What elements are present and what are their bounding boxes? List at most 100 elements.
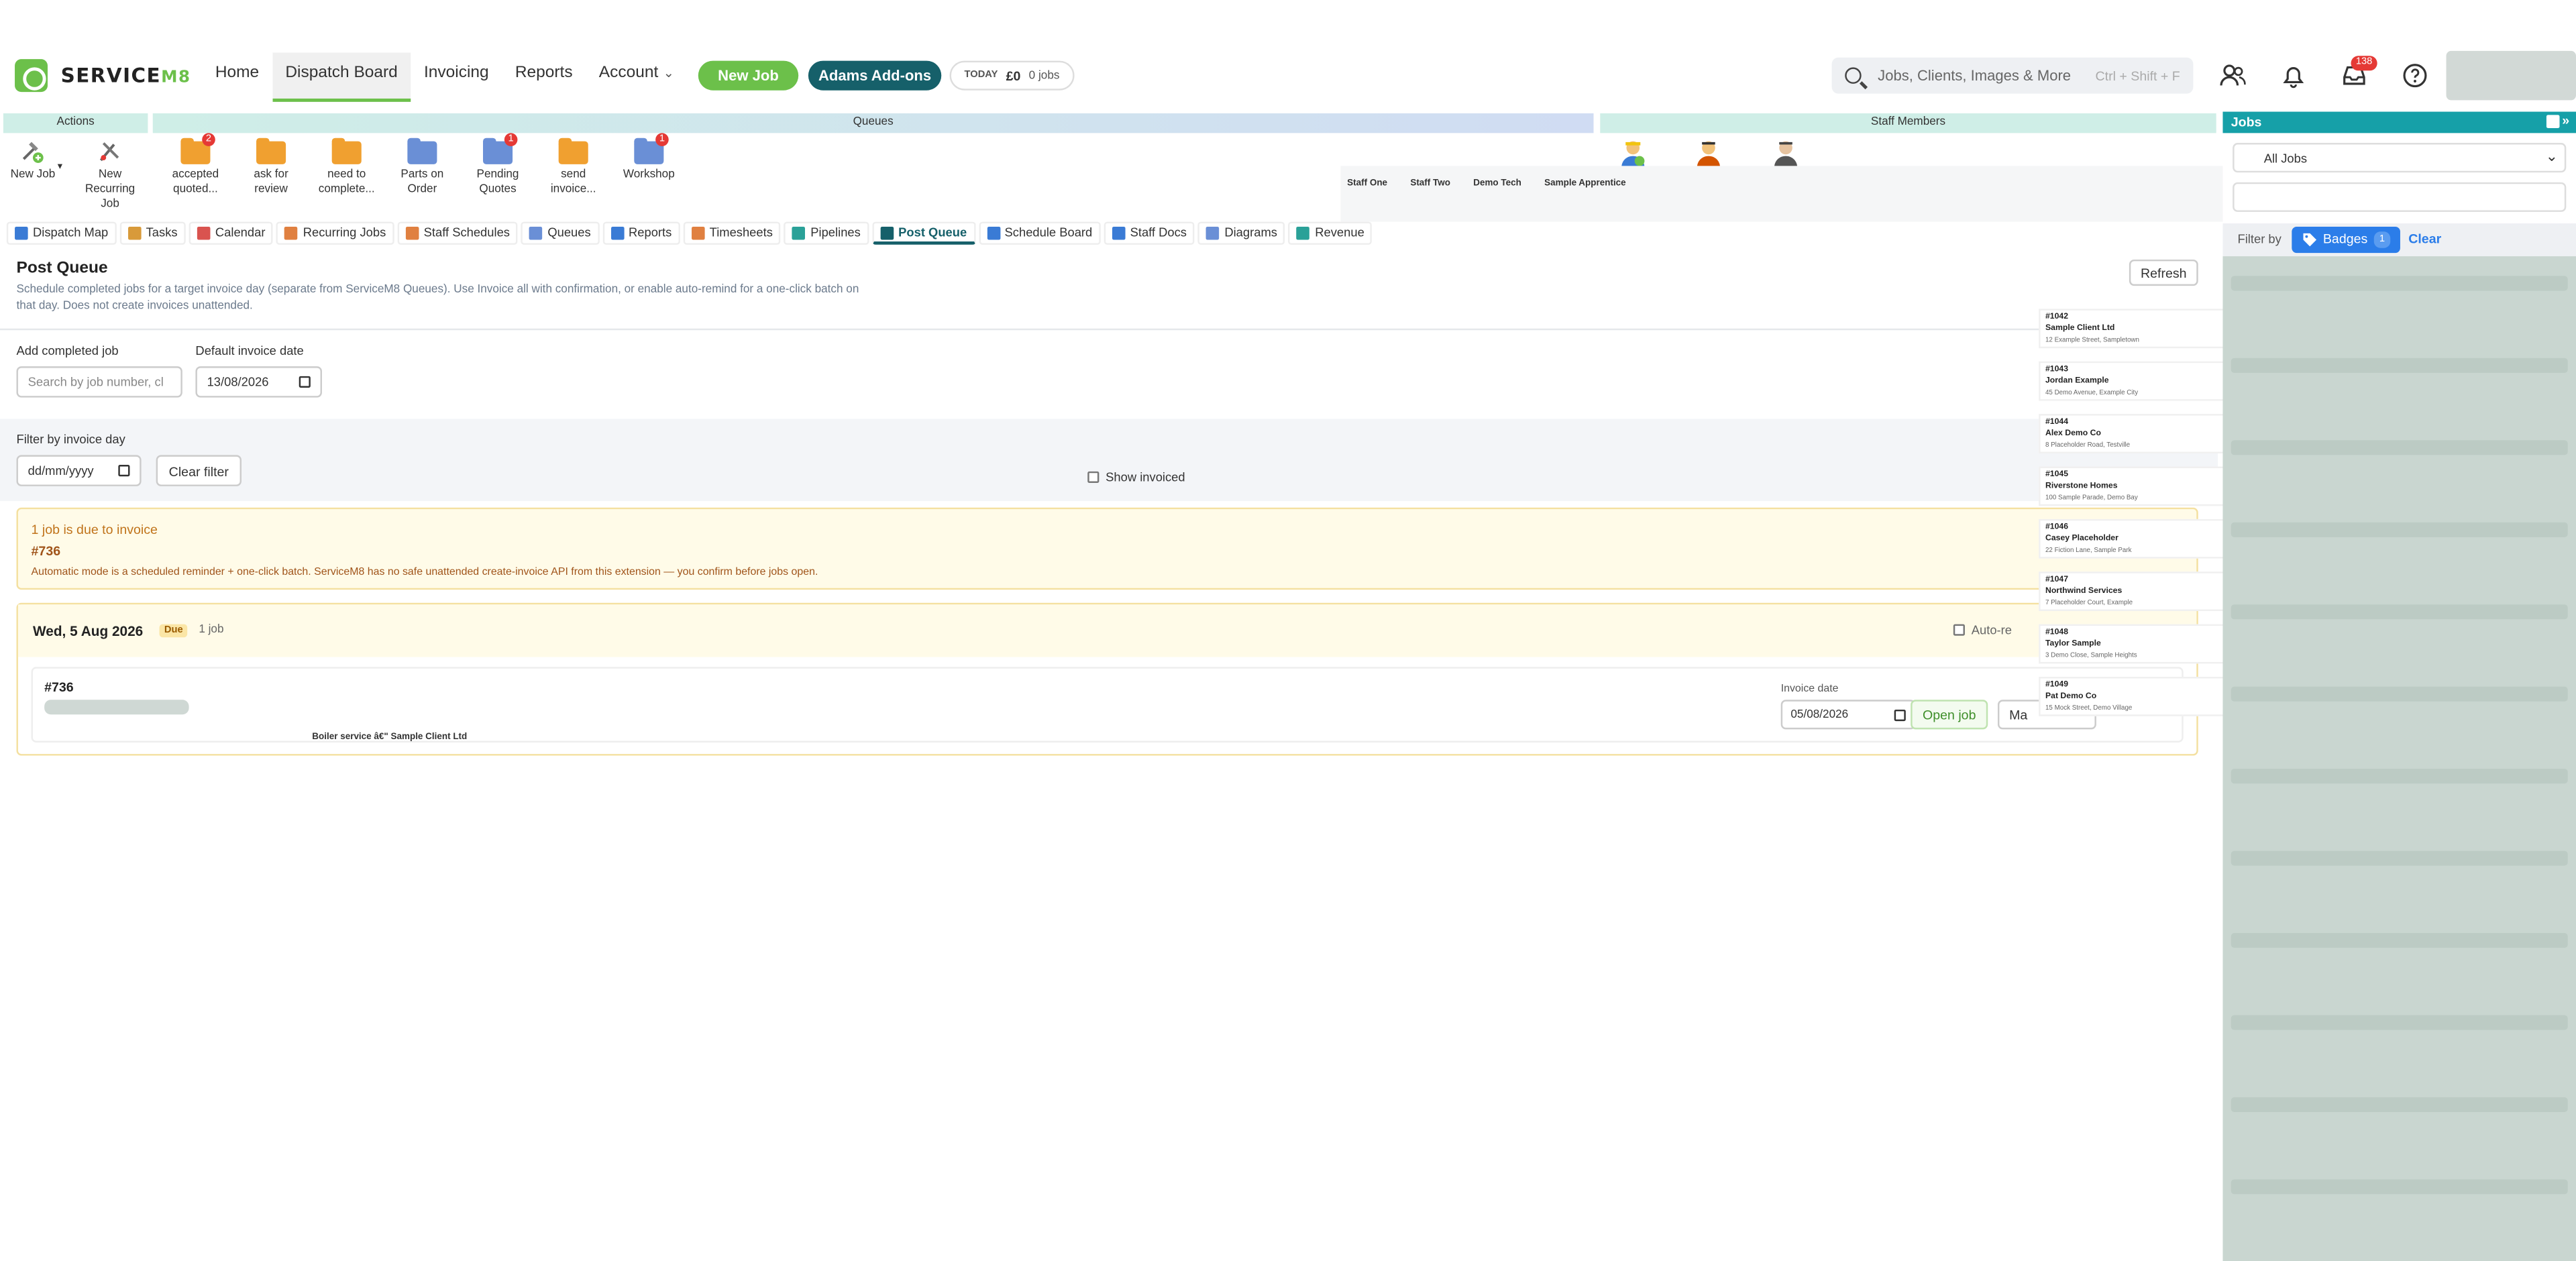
jobs-search-input[interactable] <box>2233 182 2567 212</box>
tab-revenue[interactable]: Revenue <box>1289 221 1373 245</box>
staff-name[interactable]: Sample Apprentice <box>1544 179 1626 189</box>
staff-avatar-icon[interactable] <box>1618 138 1648 168</box>
tab-timesheets[interactable]: Timesheets <box>683 221 782 245</box>
job-list-item[interactable] <box>2231 358 2568 373</box>
nav-dispatch-board[interactable]: Dispatch Board <box>272 52 411 102</box>
show-invoiced-checkbox[interactable] <box>1087 471 1099 484</box>
job-list-item[interactable] <box>2231 440 2568 455</box>
logo[interactable]: SERVICEM8 <box>15 59 191 93</box>
default-date-input[interactable]: 13/08/2026 <box>195 366 323 398</box>
queue-need-to-complete[interactable]: need to complete... <box>314 138 380 197</box>
tab-schedule-board[interactable]: Schedule Board <box>978 221 1101 245</box>
queue-label: Parts on Order <box>400 169 444 196</box>
auto-remind-checkbox[interactable] <box>1953 624 1965 636</box>
job-list-item[interactable] <box>2231 604 2568 620</box>
queue-label: need to complete... <box>318 169 375 196</box>
job-number[interactable]: #736 <box>44 680 74 695</box>
addons-button[interactable]: Adams Add-ons <box>808 60 942 91</box>
calendar-icon[interactable] <box>1894 708 1906 720</box>
queue-send-invoice[interactable]: send invoice... <box>541 138 606 197</box>
invoice-date-input[interactable]: 05/08/2026 <box>1780 700 1916 730</box>
tab-reports[interactable]: Reports <box>602 221 680 245</box>
nav-home[interactable]: Home <box>202 52 272 101</box>
tab-calendar[interactable]: Calendar <box>189 221 274 245</box>
tab-label: Recurring Jobs <box>303 225 386 240</box>
job-list-item[interactable] <box>2231 851 2568 866</box>
maximize-icon[interactable] <box>2545 115 2559 129</box>
open-job-button[interactable]: Open job <box>1911 700 1988 730</box>
queue-workshop[interactable]: 1 Workshop <box>616 133 682 182</box>
tab-staff-docs[interactable]: Staff Docs <box>1104 221 1195 245</box>
invoice-date-label: Invoice date <box>1780 683 1839 695</box>
help-icon[interactable] <box>2402 62 2428 89</box>
status-badge: Due <box>159 624 189 638</box>
queue-ask-for-review[interactable]: ask for review <box>238 138 304 197</box>
badges-filter-button[interactable]: Badges 1 <box>2292 226 2400 254</box>
job-list-item[interactable] <box>2231 686 2568 702</box>
job-list-item[interactable] <box>2231 1179 2568 1195</box>
staff-name[interactable]: Staff One <box>1347 179 1387 189</box>
clear-filter-button[interactable]: Clear filter <box>156 455 242 486</box>
new-recurring-job-action[interactable]: New Recurring Job <box>76 138 145 212</box>
show-invoiced-label: Show invoiced <box>1106 470 1185 485</box>
queue-badge: 2 <box>202 133 215 146</box>
nav-account[interactable]: Account ⌄ <box>586 52 687 101</box>
folder-icon <box>558 138 588 164</box>
tab-post-queue[interactable]: Post Queue <box>871 221 975 245</box>
show-invoiced-toggle[interactable]: Show invoiced <box>1087 470 1185 484</box>
bell-icon[interactable] <box>2280 62 2306 89</box>
queue-accepted-quoted[interactable]: 2 accepted quoted... <box>162 133 228 197</box>
job-list-item[interactable] <box>2231 522 2568 537</box>
tab-diagrams[interactable]: Diagrams <box>1198 221 1286 245</box>
dropdown-item-client: Riverstone Homes <box>2045 481 2118 492</box>
jobs-panel: Jobs » All Jobs Filter by Badges 1 Clear <box>2222 111 2576 1261</box>
auto-remind-toggle[interactable]: Auto-re <box>1953 622 2012 637</box>
new-job-button[interactable]: New Job <box>698 60 799 91</box>
jobs-filter-select[interactable]: All Jobs <box>2233 142 2567 173</box>
dropdown-item-client: Taylor Sample <box>2045 639 2101 649</box>
new-job-dropdown-icon[interactable]: ▾ <box>58 161 62 172</box>
staff-name[interactable]: Demo Tech <box>1473 179 1521 189</box>
job-description: Boiler service â€" Sample Client Ltd <box>312 732 468 743</box>
recurring-job-icon <box>99 142 119 162</box>
filter-date-input[interactable]: dd/mm/yyyy <box>16 455 142 486</box>
auto-remind-label: Auto-re <box>1971 622 2012 638</box>
staff-avatar-icon[interactable] <box>1694 138 1723 168</box>
staff-avatar-icon[interactable] <box>1771 138 1801 168</box>
refresh-button[interactable]: Refresh <box>2129 259 2198 286</box>
staff-name[interactable]: Staff Two <box>1410 179 1450 189</box>
job-list-item[interactable] <box>2231 276 2568 291</box>
tab-recurring-jobs[interactable]: Recurring Jobs <box>276 221 394 245</box>
day-header: Wed, 5 Aug 2026 Due 1 job Auto-re <box>17 604 2197 657</box>
dropdown-item-address: 22 Fiction Lane, Sample Park <box>2045 545 2132 554</box>
job-list-item[interactable] <box>2231 769 2568 784</box>
user-menu[interactable] <box>2446 50 2576 101</box>
calendar-icon[interactable] <box>299 376 311 388</box>
job-list-item[interactable] <box>2231 1015 2568 1030</box>
tab-queues[interactable]: Queues <box>521 221 599 245</box>
queue-pending-quotes[interactable]: 1 Pending Quotes <box>465 133 531 197</box>
tab-staff-schedules[interactable]: Staff Schedules <box>397 221 519 245</box>
queue-parts-on-order[interactable]: Parts on Order <box>389 138 455 197</box>
calendar-icon[interactable] <box>118 465 130 477</box>
nav-invoicing[interactable]: Invoicing <box>411 52 502 101</box>
tab-label: Timesheets <box>709 225 773 240</box>
alert-job-link[interactable]: #736 <box>32 544 61 559</box>
job-list-item[interactable] <box>2231 1097 2568 1112</box>
dropdown-item-number: #1046 <box>2045 522 2069 533</box>
tab-tasks[interactable]: Tasks <box>119 221 186 245</box>
clear-badges-link[interactable]: Clear <box>2408 231 2441 246</box>
job-list-item[interactable] <box>2231 933 2568 948</box>
users-icon[interactable] <box>2220 62 2246 89</box>
top-bar: SERVICEM8 Home Dispatch Board Invoicing … <box>0 0 2576 109</box>
today-summary[interactable]: TODAY £0 0 jobs <box>949 60 1075 91</box>
new-job-action[interactable]: New Job <box>0 138 66 182</box>
add-job-search-input[interactable]: Search by job number, cl <box>16 366 182 398</box>
jobs-filter-bar: Filter by Badges 1 Clear <box>2222 223 2576 257</box>
default-date-label: Default invoice date <box>195 343 304 358</box>
global-search[interactable]: Jobs, Clients, Images & More Ctrl + Shif… <box>1831 57 2194 94</box>
tab-dispatch-map[interactable]: Dispatch Map <box>6 221 117 245</box>
nav-reports[interactable]: Reports <box>502 52 586 101</box>
tab-pipelines[interactable]: Pipelines <box>784 221 869 245</box>
collapse-icon[interactable]: » <box>2562 114 2569 128</box>
